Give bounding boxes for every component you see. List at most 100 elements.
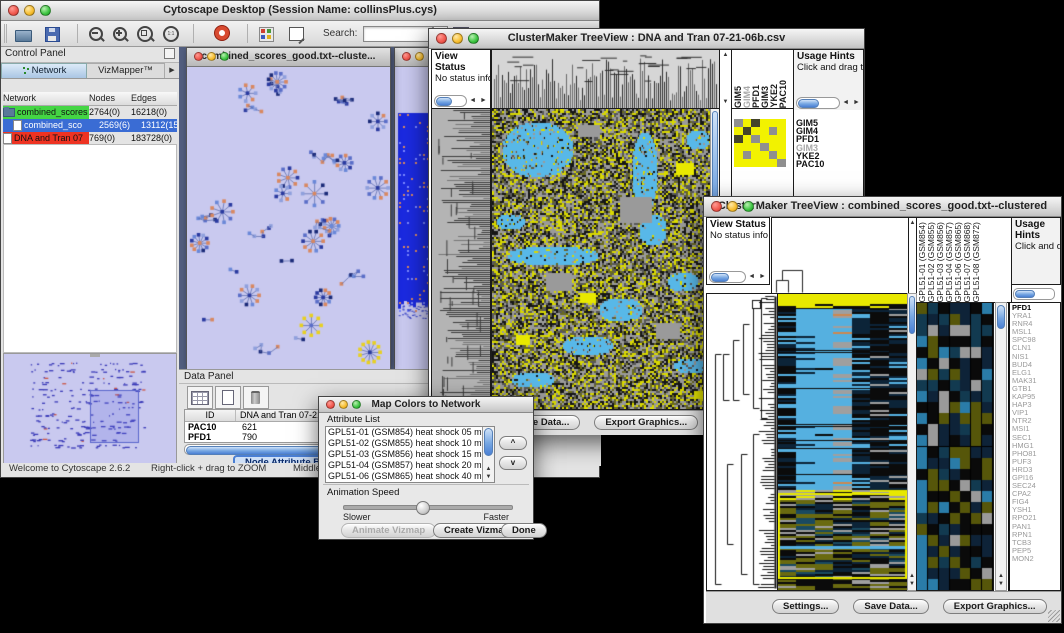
tv1-summary-matrix[interactable]: [734, 119, 786, 167]
attribute-list-item[interactable]: GPL51-02 (GSM855) heat shock 10 min: [326, 438, 494, 449]
matrix-cell: [751, 159, 760, 167]
minimize-icon[interactable]: [339, 400, 348, 409]
matrix-cell: [743, 127, 752, 135]
float-panel-icon[interactable]: [164, 48, 175, 59]
map-dialog-titlebar[interactable]: Map Colors to Network: [319, 397, 533, 413]
attribute-list-item[interactable]: GPL51-07 (GSM868) heat shock 60 min: [326, 482, 494, 483]
attribute-list-item[interactable]: GPL51-01 (GSM854) heat shock 05 min: [326, 427, 494, 438]
resize-grip-icon[interactable]: [1048, 610, 1060, 622]
animation-speed-slider[interactable]: [343, 505, 513, 510]
tv1-usage-scrollbar[interactable]: ◄ ►: [796, 97, 861, 108]
faster-label: Faster: [483, 512, 509, 522]
close-icon[interactable]: [194, 52, 203, 61]
cytoscape-titlebar[interactable]: Cytoscape Desktop (Session Name: collins…: [1, 1, 599, 21]
tv2-action-button[interactable]: Settings...: [772, 599, 839, 614]
move-up-button[interactable]: ^: [499, 436, 527, 450]
save-icon[interactable]: [45, 24, 65, 43]
annotation-icon[interactable]: [289, 24, 309, 43]
zoom-window-icon[interactable]: [743, 201, 754, 212]
minimize-icon[interactable]: [452, 33, 463, 44]
slower-label: Slower: [343, 512, 371, 522]
tv2-column-dendrogram[interactable]: [771, 217, 909, 294]
treeview1-title: ClusterMaker TreeView : DNA and Tran 07-…: [508, 32, 786, 44]
table-select-icon[interactable]: [187, 386, 213, 409]
tab-vizmapper[interactable]: VizMapper™: [87, 63, 165, 78]
search-input[interactable]: [363, 26, 433, 42]
tv1-heatmap[interactable]: [491, 108, 720, 410]
network-window-1: combined_scores_good.txt--cluste...: [186, 47, 391, 369]
treeview1-titlebar[interactable]: ClusterMaker TreeView : DNA and Tran 07-…: [429, 29, 864, 49]
move-down-button[interactable]: v: [499, 456, 527, 470]
close-icon[interactable]: [326, 400, 335, 409]
zoom-window-icon[interactable]: [40, 5, 51, 16]
close-icon[interactable]: [436, 33, 447, 44]
window-controls: [436, 33, 479, 44]
zoom-window-icon[interactable]: [220, 52, 229, 61]
tv1-status-scrollbar[interactable]: ◄ ►: [434, 95, 488, 106]
minimize-icon[interactable]: [727, 201, 738, 212]
help-lifering-icon[interactable]: [215, 24, 235, 43]
network-window-1-titlebar[interactable]: combined_scores_good.txt--cluste...: [187, 48, 390, 67]
matrix-cell: [760, 119, 769, 127]
tv2-gene-scrollbar[interactable]: ▲▼: [995, 302, 1007, 591]
tv1-row-dendrogram[interactable]: [431, 108, 491, 410]
treeview2-titlebar[interactable]: ClusterMaker TreeView : combined_scores_…: [704, 197, 1061, 217]
network-table-header[interactable]: Network Nodes Edges: [3, 92, 177, 106]
zoom-fit-icon[interactable]: [137, 24, 157, 43]
matrix-cell: [777, 159, 786, 167]
tv2-status-scrollbar[interactable]: ◄ ►: [709, 271, 767, 282]
splitter-handle-icon[interactable]: [90, 354, 100, 357]
network-row-selected[interactable]: combined_sco 2569(6) 13112(15): [3, 119, 177, 132]
search-label: Search:: [323, 28, 357, 39]
tv2-button-bar: Settings... Save Data... Export Graphics..…: [706, 591, 1061, 623]
tv2-action-button[interactable]: Save Data...: [853, 599, 928, 614]
delete-attribute-trash-icon[interactable]: [243, 386, 269, 409]
window-controls: [194, 52, 229, 61]
window-controls: [8, 5, 51, 16]
tab-overflow-button[interactable]: ▶: [165, 63, 179, 78]
matrix-cell: [760, 135, 769, 143]
tv2-gene-labels: PFD1YRA1RNR4MSL1SPC98CLN1NIS1BUD4ELG1MAK…: [1008, 302, 1061, 591]
close-icon[interactable]: [711, 201, 722, 212]
close-icon[interactable]: [402, 52, 411, 61]
matrix-cell: [777, 127, 786, 135]
attribute-listbox[interactable]: GPL51-01 (GSM854) heat shock 05 minGPL51…: [325, 426, 495, 483]
new-attribute-icon[interactable]: [215, 386, 241, 409]
tv2-zoom-panel[interactable]: [916, 302, 994, 591]
zoom-out-icon[interactable]: [89, 24, 109, 43]
attribute-list-item[interactable]: GPL51-04 (GSM857) heat shock 20 min: [326, 460, 494, 471]
attribute-list-scrollbar[interactable]: ▲▼: [482, 427, 494, 482]
col-header-id[interactable]: ID: [185, 410, 236, 421]
minimize-icon[interactable]: [415, 52, 424, 61]
tv2-heatmap[interactable]: [777, 293, 908, 591]
matrix-cell: [760, 159, 769, 167]
matrix-cell: [743, 159, 752, 167]
attribute-list-item[interactable]: GPL51-06 (GSM865) heat shock 40 min: [326, 471, 494, 482]
zoom-in-icon[interactable]: [113, 24, 133, 43]
close-icon[interactable]: [8, 5, 19, 16]
birdseye-panel[interactable]: [3, 353, 177, 465]
network-view-1-canvas[interactable]: [187, 67, 390, 369]
matrix-cell: [777, 135, 786, 143]
birdseye-canvas[interactable]: [4, 356, 176, 462]
tv2-row-dendrogram[interactable]: [706, 293, 778, 591]
tv1-action-button[interactable]: Export Graphics...: [594, 415, 698, 430]
minimize-icon[interactable]: [24, 5, 35, 16]
minimize-icon[interactable]: [207, 52, 216, 61]
matrix-cell: [769, 143, 778, 151]
animate-vizmap-button[interactable]: Animate Vizmap: [341, 523, 436, 538]
tv2-usage-scrollbar[interactable]: [1013, 288, 1055, 300]
zoom-actual-icon[interactable]: 1:1: [163, 24, 183, 43]
tv1-column-labels: GIM5GIM4PFD1GIM3YKE2PAC10: [731, 49, 794, 109]
tv1-column-dendrogram[interactable]: [491, 49, 720, 109]
zoom-window-icon[interactable]: [352, 400, 361, 409]
tab-network[interactable]: Network: [1, 63, 87, 78]
attribute-list-item[interactable]: GPL51-03 (GSM856) heat shock 15 min: [326, 449, 494, 460]
zoom-window-icon[interactable]: [468, 33, 479, 44]
vizmapper-icon[interactable]: [259, 24, 279, 43]
open-file-icon[interactable]: [15, 24, 35, 43]
done-button[interactable]: Done: [501, 523, 547, 538]
slider-thumb[interactable]: [416, 501, 430, 515]
tv2-action-button[interactable]: Export Graphics...: [943, 599, 1047, 614]
network-row[interactable]: combined_scores 2764(0) 16218(0): [3, 106, 177, 119]
